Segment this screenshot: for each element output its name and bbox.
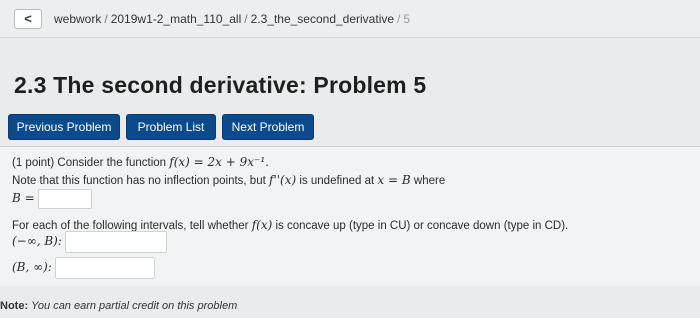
problem-body: (1 point) Consider the function f(x) = 2… bbox=[0, 146, 700, 286]
breadcrumb-item-current: 5 bbox=[403, 12, 411, 26]
concavity-prompt-line: For each of the following intervals, tel… bbox=[12, 218, 568, 232]
function-expression: f(x) = 2x + 9x⁻¹. bbox=[169, 155, 269, 169]
concavity-fx: f(x) bbox=[251, 218, 273, 232]
points-label: (1 point) bbox=[12, 157, 55, 169]
breadcrumb-item-webwork[interactable]: webwork bbox=[54, 12, 101, 26]
x-equals-b-expr: x = B bbox=[377, 173, 411, 187]
previous-problem-button[interactable]: Previous Problem bbox=[8, 114, 120, 140]
second-derivative-expr: f''(x) bbox=[269, 173, 297, 187]
interval-row-2: (B, ∞): bbox=[12, 257, 156, 279]
note-text-b: is undefined at bbox=[299, 175, 375, 187]
breadcrumb-separator: / bbox=[397, 12, 401, 26]
interval-answer-input-1[interactable] bbox=[65, 231, 168, 253]
interval-label-2: (B, ∞): bbox=[12, 260, 52, 275]
note-label: Note: bbox=[0, 300, 29, 312]
breadcrumb-separator: / bbox=[104, 12, 108, 26]
concavity-prompt-b: is concave up (type in CU) or concave do… bbox=[275, 220, 569, 232]
note-text: You can earn partial credit on this prob… bbox=[31, 300, 238, 312]
intro-text: Consider the function bbox=[57, 157, 167, 169]
page-title: 2.3 The second derivative: Problem 5 bbox=[14, 72, 427, 98]
b-answer-row: B = bbox=[12, 189, 92, 209]
top-bar: < webwork/2019w1-2_math_110_all/2.3_the_… bbox=[0, 0, 700, 38]
breadcrumb-separator: / bbox=[244, 12, 248, 26]
problem-intro-line: (1 point) Consider the function f(x) = 2… bbox=[12, 155, 269, 169]
interval-answer-input-2[interactable] bbox=[55, 257, 156, 279]
back-button[interactable]: < bbox=[14, 9, 42, 29]
note-line: Note that this function has no inflectio… bbox=[12, 173, 445, 187]
breadcrumb-item-set[interactable]: 2.3_the_second_derivative bbox=[251, 12, 394, 26]
b-label: B = bbox=[12, 191, 35, 206]
interval-row-1: (−∞, B): bbox=[12, 231, 168, 253]
partial-credit-note: Note: You can earn partial credit on thi… bbox=[0, 300, 237, 312]
b-answer-input[interactable] bbox=[37, 189, 92, 209]
next-problem-button[interactable]: Next Problem bbox=[222, 114, 314, 140]
breadcrumb-item-course[interactable]: 2019w1-2_math_110_all bbox=[111, 12, 242, 26]
note-text-c: where bbox=[413, 175, 446, 187]
breadcrumb: webwork/2019w1-2_math_110_all/2.3_the_se… bbox=[54, 12, 410, 26]
interval-label-1: (−∞, B): bbox=[12, 234, 62, 249]
problem-list-button[interactable]: Problem List bbox=[126, 114, 216, 140]
note-text-a: Note that this function has no inflectio… bbox=[12, 175, 266, 187]
